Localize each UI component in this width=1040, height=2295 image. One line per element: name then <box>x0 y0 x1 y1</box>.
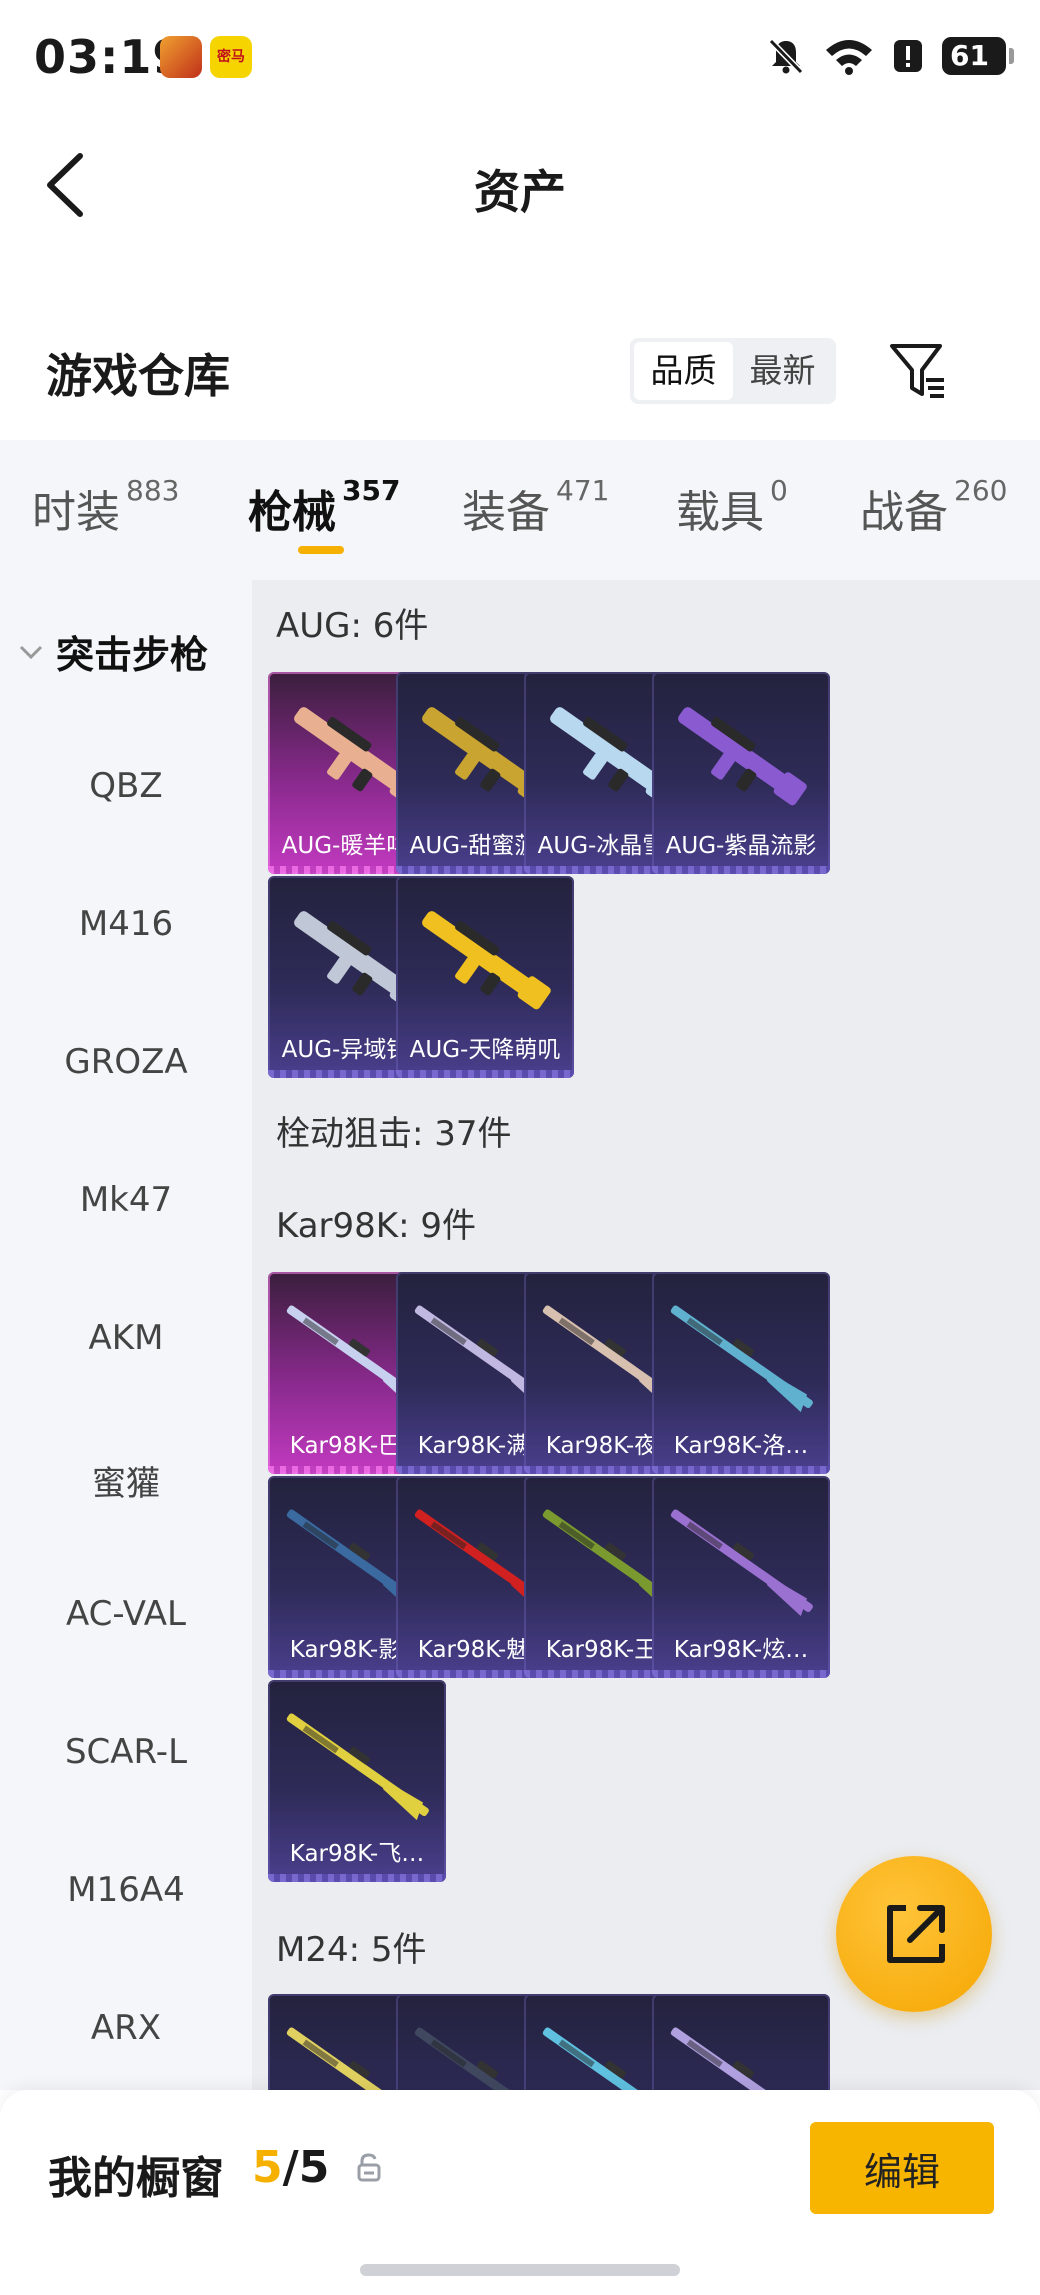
sort-newest-button[interactable]: 最新 <box>733 342 832 400</box>
sidebar-item-ac-val[interactable]: AC-VAL <box>0 1594 252 1634</box>
tab-count: 0 <box>770 474 788 507</box>
weapon-card-aug-5[interactable]: AUG-天降萌叽 <box>396 876 574 1078</box>
weapon-card-aug-3[interactable]: AUG-紫晶流影 <box>652 672 830 874</box>
weapon-name: AUG-天降萌叽 <box>409 1037 561 1063</box>
group-label-kar98k: Kar98K: 9件 <box>276 1206 476 1246</box>
sidebar-item-honey-badger[interactable]: 蜜獾 <box>0 1456 252 1505</box>
group-label-bolt-action: 栓动狙击: 37件 <box>276 1114 512 1154</box>
sidebar-group-label: 突击步枪 <box>56 633 209 677</box>
tab-gear[interactable]: 战备 260 <box>860 474 1008 540</box>
sort-quality-button[interactable]: 品质 <box>634 342 733 400</box>
tab-vehicles[interactable]: 载具 0 <box>676 474 788 540</box>
rifle-icon <box>670 1509 813 1617</box>
tab-label: 载具 <box>676 487 764 538</box>
tab-label: 时装 <box>32 487 120 538</box>
warehouse-title: 游戏仓库 <box>46 349 230 403</box>
showcase-total: /5 <box>282 2142 330 2193</box>
weapon-name: Kar98K-洛… <box>673 1433 809 1459</box>
sort-toggle: 品质 最新 <box>630 338 836 404</box>
showcase-count: 5/5 <box>252 2142 329 2193</box>
filter-icon[interactable] <box>888 340 948 402</box>
assault-rifle-icon <box>678 707 807 806</box>
showcase-label: 我的橱窗 <box>48 2153 224 2204</box>
rifle-icon <box>670 1305 813 1413</box>
rifle-icon <box>286 1713 429 1821</box>
sidebar-item-qbz[interactable]: QBZ <box>0 766 252 806</box>
sidebar-item-scar-l[interactable]: SCAR-L <box>0 1732 252 1772</box>
weapon-card-kar98k-7[interactable]: Kar98K-炫… <box>652 1476 830 1678</box>
rifle-icon <box>670 2027 813 2090</box>
share-external-icon <box>887 1905 945 1963</box>
showcase-current: 5 <box>252 2142 283 2193</box>
rarity-strip <box>652 1466 830 1474</box>
game-app-icon <box>160 36 202 78</box>
sidebar-item-arx[interactable]: ARX <box>0 2008 252 2048</box>
tab-equipment[interactable]: 装备 471 <box>462 474 610 540</box>
mute-bell-icon <box>768 38 804 75</box>
sidebar-item-mk47[interactable]: Mk47 <box>0 1180 252 1220</box>
tab-label: 装备 <box>462 487 550 538</box>
weapon-card-m24-3[interactable] <box>652 1994 830 2090</box>
sidebar-item-m416[interactable]: M416 <box>0 904 252 944</box>
sidebar-item-groza[interactable]: GROZA <box>0 1042 252 1082</box>
chevron-down-icon <box>19 645 43 659</box>
battery-indicator: 61 <box>942 37 1014 75</box>
tab-count: 471 <box>556 474 610 507</box>
group-label-m24: M24: 5件 <box>276 1930 427 1970</box>
tab-count: 883 <box>126 474 180 507</box>
rarity-strip <box>268 1874 446 1882</box>
alert-icon <box>894 40 922 72</box>
tab-fashion[interactable]: 时装 883 <box>32 474 180 540</box>
tab-label: 枪械 <box>248 487 336 538</box>
share-fab[interactable] <box>836 1856 992 2012</box>
mima-app-icon: 密马 <box>210 36 252 78</box>
weapon-name: Kar98K-飞… <box>289 1841 425 1867</box>
edit-button[interactable]: 编辑 <box>810 2122 994 2214</box>
weapon-card-kar98k-8[interactable]: Kar98K-飞… <box>268 1680 446 1882</box>
tab-count: 260 <box>954 474 1008 507</box>
assault-rifle-icon <box>422 911 551 1010</box>
rarity-strip <box>652 866 830 874</box>
rarity-strip <box>396 1070 574 1078</box>
home-indicator[interactable] <box>360 2264 680 2276</box>
tab-count: 357 <box>342 474 401 507</box>
lock-icon <box>357 2153 381 2182</box>
tab-firearms[interactable]: 枪械 357 <box>248 474 401 540</box>
weapon-card-kar98k-3[interactable]: Kar98K-洛… <box>652 1272 830 1474</box>
weapon-name: AUG-紫晶流影 <box>665 833 817 859</box>
sidebar-item-m16a4[interactable]: M16A4 <box>0 1870 252 1910</box>
group-label-aug: AUG: 6件 <box>276 606 429 646</box>
status-bar: 03:19 密马 61 <box>0 0 1040 118</box>
status-indicators: 61 <box>766 36 1014 76</box>
sidebar-item-akm[interactable]: AKM <box>0 1318 252 1358</box>
page-title: 资产 <box>474 165 566 219</box>
sidebar-group-assault-rifles[interactable]: 突击步枪 <box>18 624 208 679</box>
tab-label: 战备 <box>860 487 948 538</box>
rarity-strip <box>652 1670 830 1678</box>
active-tab-indicator <box>298 546 344 554</box>
weapon-name: Kar98K-炫… <box>673 1637 809 1663</box>
wifi-icon <box>826 40 872 75</box>
